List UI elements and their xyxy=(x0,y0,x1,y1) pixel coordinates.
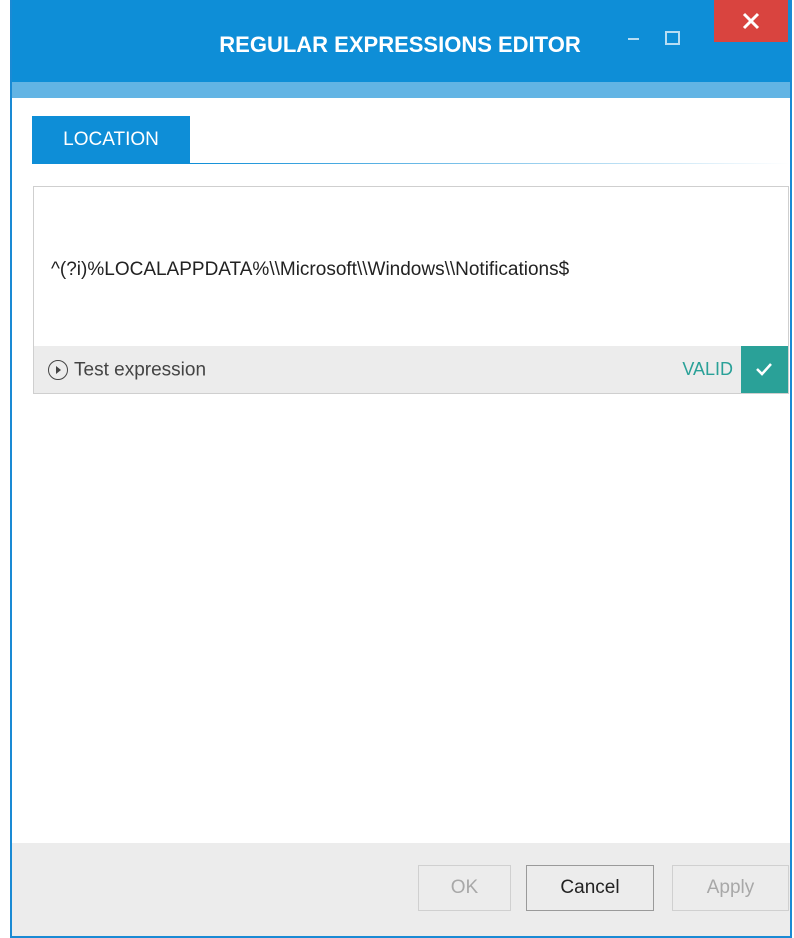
checkmark-icon xyxy=(756,363,772,376)
tab-bar: LOCATION xyxy=(32,116,790,164)
test-expression-button[interactable]: Test expression xyxy=(48,346,206,393)
cancel-button[interactable]: Cancel xyxy=(526,865,654,911)
test-strip: Test expression VALID xyxy=(34,346,788,393)
apply-button[interactable]: Apply xyxy=(672,865,789,911)
regex-editor-window: REGULAR EXPRESSIONS EDITOR LOCATION ^(?i… xyxy=(10,0,792,938)
tab-location[interactable]: LOCATION xyxy=(32,116,190,164)
title-sub-bar xyxy=(12,82,790,98)
validity-status: VALID xyxy=(682,359,733,379)
window-title: REGULAR EXPRESSIONS EDITOR xyxy=(219,32,581,57)
dialog-footer: OK Cancel Apply xyxy=(12,843,790,936)
expression-text[interactable]: ^(?i)%LOCALAPPDATA%\\Microsoft\\Windows\… xyxy=(51,259,569,281)
play-circle-icon xyxy=(48,359,68,380)
close-icon xyxy=(742,12,760,30)
close-button[interactable] xyxy=(714,0,788,42)
tab-underline xyxy=(190,163,790,164)
valid-badge xyxy=(741,346,788,393)
title-bar[interactable]: REGULAR EXPRESSIONS EDITOR xyxy=(12,0,790,82)
ok-button[interactable]: OK xyxy=(418,865,511,911)
minimize-button[interactable] xyxy=(614,18,654,58)
maximize-button[interactable] xyxy=(652,18,692,58)
expression-editor[interactable]: ^(?i)%LOCALAPPDATA%\\Microsoft\\Windows\… xyxy=(33,186,789,394)
test-expression-label: Test expression xyxy=(74,359,207,381)
